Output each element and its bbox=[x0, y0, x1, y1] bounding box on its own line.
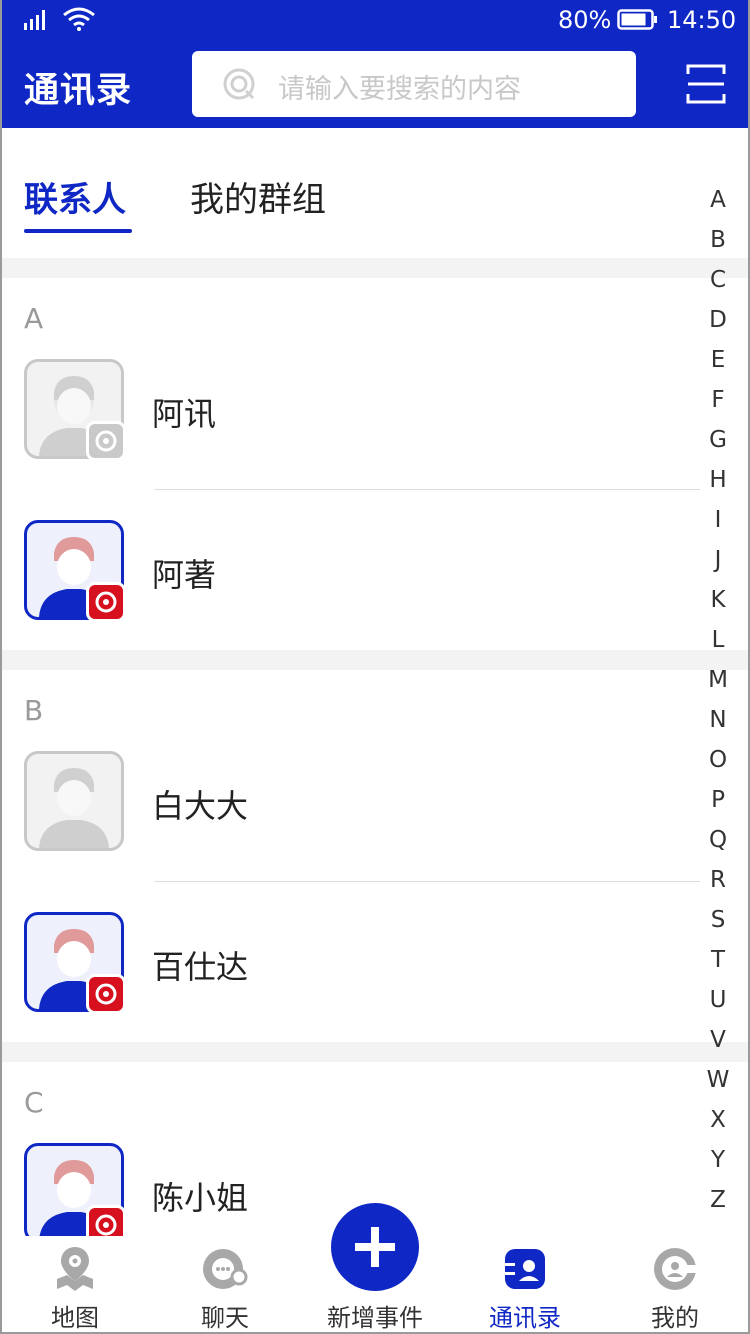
profile-icon bbox=[654, 1248, 699, 1290]
index-letter[interactable]: Y bbox=[702, 1140, 734, 1180]
index-letter[interactable]: T bbox=[702, 940, 734, 980]
battery-icon bbox=[617, 9, 657, 30]
plus-icon bbox=[355, 1227, 395, 1267]
alphabet-index[interactable]: A B C D E F G H I J K L M N O P Q R S T … bbox=[702, 180, 734, 1220]
section-separator bbox=[0, 1042, 750, 1062]
contacts-icon bbox=[505, 1249, 545, 1289]
section-separator bbox=[0, 258, 750, 278]
index-letter[interactable]: P bbox=[702, 780, 734, 820]
index-letter[interactable]: R bbox=[702, 860, 734, 900]
top-bar: 80% 14:50 通讯录 请输入要搜索的内容 bbox=[0, 0, 750, 128]
index-letter[interactable]: S bbox=[702, 900, 734, 940]
section-letter-c: C bbox=[24, 1086, 44, 1119]
battery-percent: 80% bbox=[558, 6, 612, 34]
nav-contacts[interactable]: 通讯录 bbox=[450, 1236, 600, 1334]
index-letter[interactable]: W bbox=[702, 1060, 734, 1100]
search-input[interactable]: 请输入要搜索的内容 bbox=[192, 51, 636, 117]
divider bbox=[154, 489, 700, 490]
section-letter-a: A bbox=[24, 302, 44, 335]
wifi-icon bbox=[63, 7, 95, 31]
nav-label: 聊天 bbox=[201, 1304, 249, 1332]
chat-badge-icon bbox=[86, 582, 126, 622]
clock: 14:50 bbox=[667, 6, 737, 34]
chat-badge-icon bbox=[86, 1205, 126, 1236]
nav-map[interactable]: 地图 bbox=[0, 1236, 150, 1334]
index-letter[interactable]: N bbox=[702, 700, 734, 740]
signal-icon bbox=[24, 10, 45, 30]
contact-name: 百仕达 bbox=[152, 948, 249, 986]
index-letter[interactable]: U bbox=[702, 980, 734, 1020]
section-letter-b: B bbox=[24, 694, 44, 727]
status-bar: 80% 14:50 bbox=[0, 0, 750, 40]
nav-label: 地图 bbox=[51, 1304, 99, 1332]
contact-item[interactable]: 白大大 bbox=[0, 751, 700, 881]
index-letter[interactable]: K bbox=[702, 580, 734, 620]
index-letter[interactable]: X bbox=[702, 1100, 734, 1140]
contact-name: 阿著 bbox=[152, 556, 217, 594]
contact-item[interactable]: 阿著 bbox=[0, 520, 700, 650]
chat-badge-icon bbox=[86, 421, 126, 461]
map-pin-icon bbox=[57, 1247, 93, 1291]
nav-label: 通讯录 bbox=[489, 1304, 561, 1332]
contact-name: 白大大 bbox=[152, 787, 249, 825]
index-letter[interactable]: C bbox=[702, 260, 734, 300]
index-letter[interactable]: G bbox=[702, 420, 734, 460]
chat-icon bbox=[203, 1249, 248, 1289]
index-letter[interactable]: H bbox=[702, 460, 734, 500]
index-letter[interactable]: D bbox=[702, 300, 734, 340]
divider bbox=[154, 881, 700, 882]
index-letter[interactable]: F bbox=[702, 380, 734, 420]
contact-name: 阿讯 bbox=[152, 395, 217, 433]
index-letter[interactable]: L bbox=[702, 620, 734, 660]
tab-contacts[interactable]: 联系人 bbox=[24, 172, 126, 221]
index-letter[interactable]: Z bbox=[702, 1180, 734, 1220]
section-separator bbox=[0, 650, 750, 670]
index-letter[interactable]: A bbox=[702, 180, 734, 220]
index-letter[interactable]: J bbox=[702, 540, 734, 580]
index-letter[interactable]: I bbox=[702, 500, 734, 540]
add-event-button[interactable] bbox=[331, 1203, 419, 1291]
index-letter[interactable]: V bbox=[702, 1020, 734, 1060]
index-letter[interactable]: Q bbox=[702, 820, 734, 860]
nav-label: 我的 bbox=[651, 1304, 699, 1332]
search-icon bbox=[223, 68, 255, 100]
contact-name: 陈小姐 bbox=[152, 1179, 249, 1217]
index-letter[interactable]: E bbox=[702, 340, 734, 380]
page-title: 通讯录 bbox=[24, 71, 133, 111]
nav-label: 新增事件 bbox=[327, 1304, 423, 1332]
search-placeholder: 请输入要搜索的内容 bbox=[278, 74, 521, 105]
scan-icon[interactable] bbox=[686, 64, 726, 104]
tab-my-groups[interactable]: 我的群组 bbox=[190, 172, 326, 221]
person-icon bbox=[39, 768, 109, 848]
nav-profile[interactable]: 我的 bbox=[600, 1236, 750, 1334]
contact-item[interactable]: 百仕达 bbox=[0, 912, 700, 1042]
avatar bbox=[24, 751, 124, 851]
index-letter[interactable]: B bbox=[702, 220, 734, 260]
index-letter[interactable]: O bbox=[702, 740, 734, 780]
index-letter[interactable]: M bbox=[702, 660, 734, 700]
active-tab-indicator bbox=[24, 229, 132, 233]
contact-item[interactable]: 阿讯 bbox=[0, 359, 700, 489]
tab-bar: 联系人 我的群组 bbox=[0, 128, 750, 258]
chat-badge-icon bbox=[86, 974, 126, 1014]
nav-chat[interactable]: 聊天 bbox=[150, 1236, 300, 1334]
